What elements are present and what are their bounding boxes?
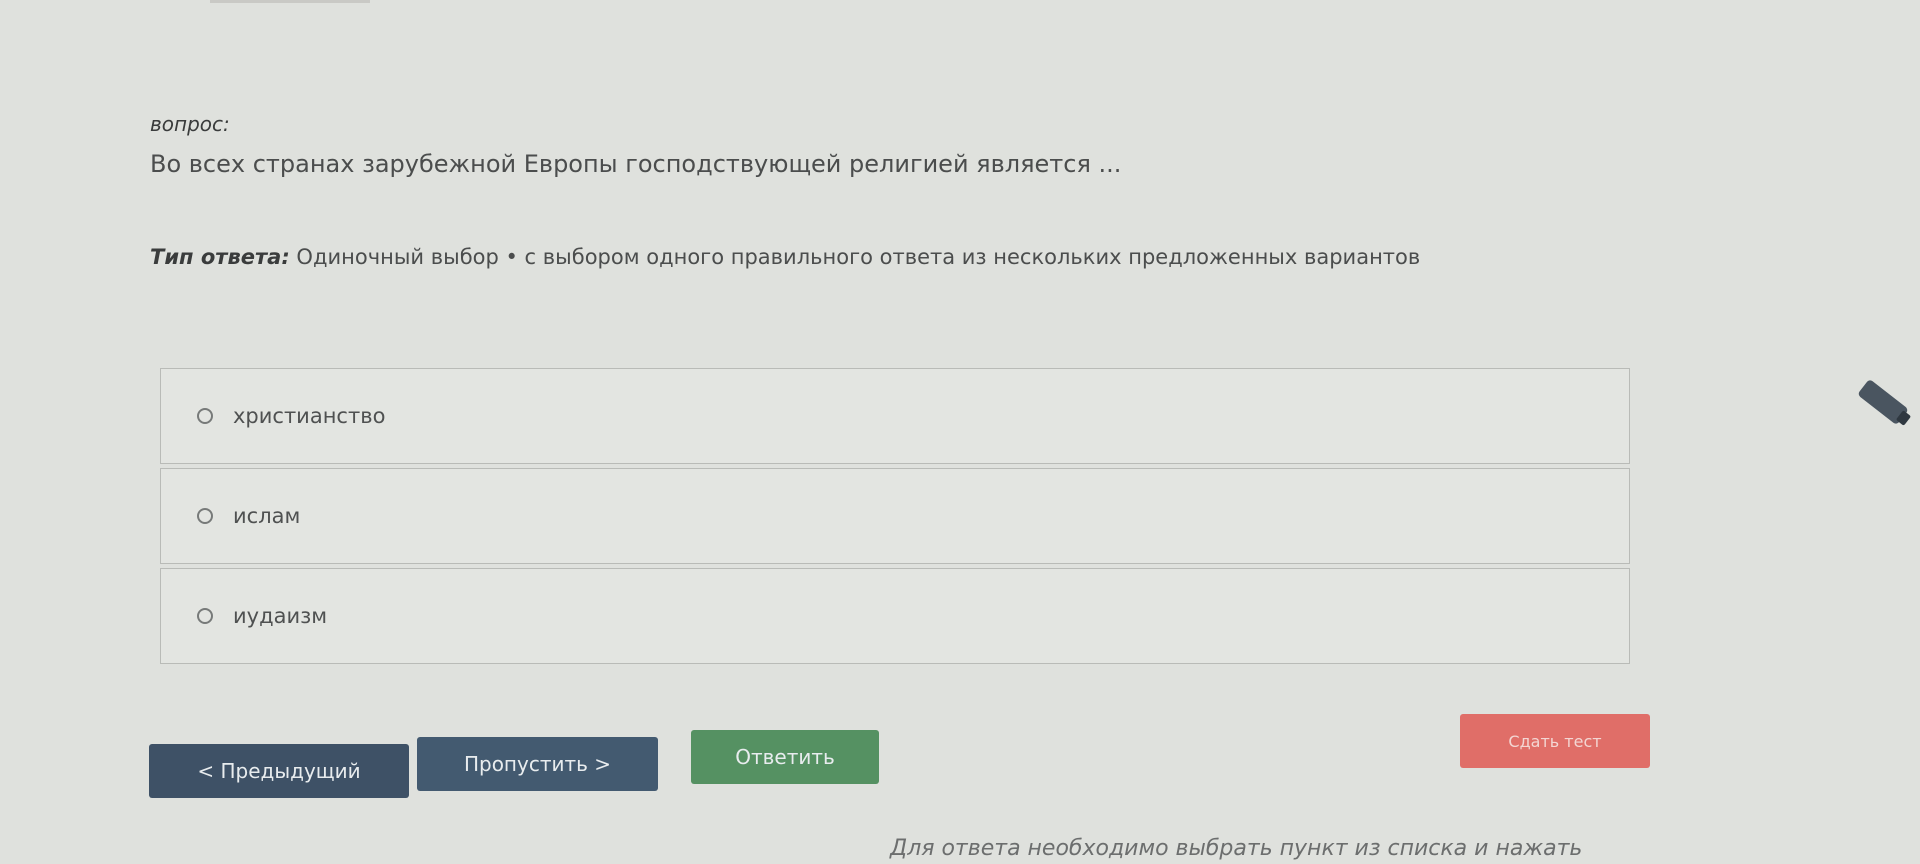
option-label: христианство <box>233 404 386 428</box>
skip-button[interactable]: Пропустить > <box>417 737 658 791</box>
option-islam[interactable]: ислам <box>160 468 1630 564</box>
answer-type-value: Одиночный выбор • с выбором одного прави… <box>296 245 1421 269</box>
answer-type-label: Тип ответа: <box>150 245 290 269</box>
question-label: вопрос: <box>150 112 230 136</box>
radio-icon[interactable] <box>197 408 213 424</box>
top-accent-bar <box>210 0 370 3</box>
answer-type: Тип ответа: Одиночный выбор • с выбором … <box>150 245 1420 269</box>
pen-icon <box>1857 378 1909 426</box>
answer-button[interactable]: Ответить <box>691 730 879 784</box>
option-christianity[interactable]: христианство <box>160 368 1630 464</box>
answer-options: христианство ислам иудаизм <box>160 368 1630 668</box>
radio-icon[interactable] <box>197 508 213 524</box>
question-text: Во всех странах зарубежной Европы господ… <box>150 150 1122 178</box>
hint-text: Для ответа необходимо выбрать пункт из с… <box>890 836 1583 861</box>
radio-icon[interactable] <box>197 608 213 624</box>
option-judaism[interactable]: иудаизм <box>160 568 1630 664</box>
finish-test-button[interactable]: Сдать тест <box>1460 714 1650 768</box>
option-label: иудаизм <box>233 604 328 628</box>
option-label: ислам <box>233 504 301 528</box>
previous-button[interactable]: < Предыдущий <box>149 744 409 798</box>
